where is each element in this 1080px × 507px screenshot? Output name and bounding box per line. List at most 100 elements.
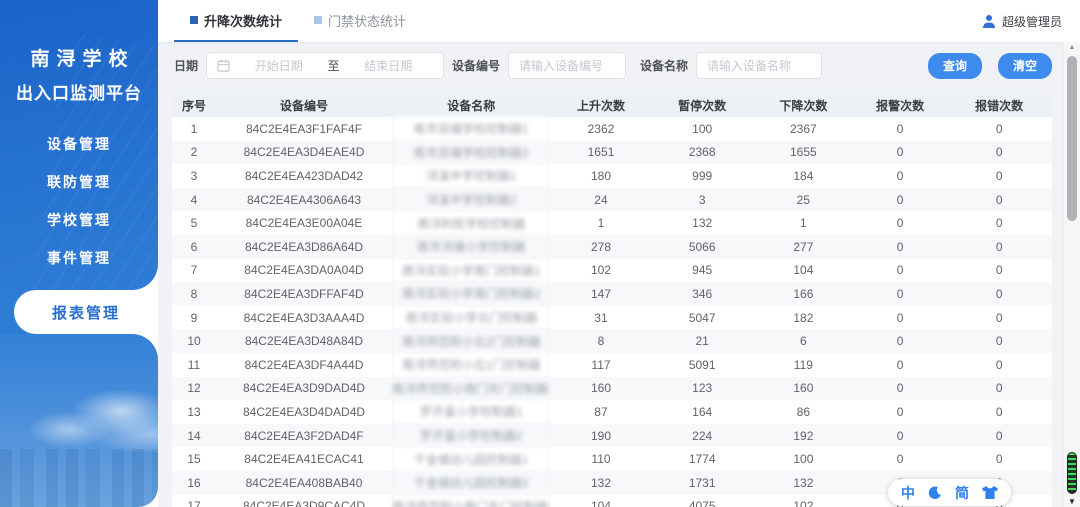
simplified-chinese-icon[interactable]: 简 xyxy=(955,486,969,500)
table-cell: 100 xyxy=(752,447,854,471)
table-row: 2 84C2E4EA3D4EAE4D 练市双福学校控制器2 1651 2368 1655 0… xyxy=(172,140,1052,165)
date-to-label: 至 xyxy=(327,59,340,73)
scrollbar[interactable]: ▲ ▼ xyxy=(1063,42,1080,507)
table-row: 5 84C2E4EA3E00A04E 南浔利民学校控制器 1 132 1 0 0 xyxy=(172,211,1052,235)
device-name-input[interactable] xyxy=(696,52,823,79)
table-cell: 0 xyxy=(853,352,947,377)
sidebar-item-device-management[interactable]: 设备管理 xyxy=(0,131,158,157)
scroll-down-icon[interactable]: ▼ xyxy=(1064,497,1080,506)
table-cell: 278 xyxy=(550,234,652,259)
user-icon xyxy=(982,15,995,28)
sidebar-item-school-management[interactable]: 学校管理 xyxy=(0,207,158,233)
device-name-label: 设备名称 xyxy=(640,59,689,73)
table-cell: 0 xyxy=(853,423,947,448)
table-row: 14 84C2E4EA3F2DAD4F 罗开富小学控制器2 190 224 192 0 0 xyxy=(172,423,1052,448)
table-cell: 8 xyxy=(550,329,652,353)
sidebar-top-panel: 南浔学校 出入口监测平台 设备管理 联防管理 学校管理 事件管理 xyxy=(0,0,158,290)
cloud-decoration xyxy=(10,362,158,452)
user-menu[interactable]: 超级管理员 xyxy=(982,0,1080,42)
table-cell: 9 xyxy=(172,305,216,330)
table-cell: 123 xyxy=(651,376,753,401)
table-cell: 346 xyxy=(651,282,753,306)
chinese-lang-icon[interactable]: 中 xyxy=(901,486,915,500)
device-name-cell: 千金镇幼儿园控制器2 xyxy=(392,470,551,495)
shirt-icon[interactable] xyxy=(982,486,998,499)
tab-door-status-statistics[interactable]: 门禁状态统计 xyxy=(298,0,422,42)
table-cell: 0 xyxy=(946,400,1052,424)
table-cell: 119 xyxy=(752,352,854,377)
table-cell: 0 xyxy=(946,447,1052,471)
table-cell: 87 xyxy=(550,400,652,424)
column-header: 上升次数 xyxy=(550,93,652,117)
table-cell: 14 xyxy=(172,423,216,448)
sidebar-item-joint-defense-management[interactable]: 联防管理 xyxy=(0,169,158,195)
table-cell: 160 xyxy=(550,376,652,401)
device-name-cell: 南浔师范附小南门东门控制器2 xyxy=(392,494,551,507)
table-cell: 166 xyxy=(752,282,854,306)
table-row: 9 84C2E4EA3D3AAA4D 南浔实验小学北门控制器 31 5047 182 0 0 xyxy=(172,305,1052,330)
table-cell: 6 xyxy=(172,234,216,259)
table-row: 15 84C2E4EA41ECAC41 千金镇幼儿园控制器1 110 1774 100 0 0 xyxy=(172,447,1052,471)
table-cell: 84C2E4EA3D86A64D xyxy=(216,234,392,259)
table-cell: 0 xyxy=(853,140,947,165)
table-row: 4 84C2E4EA4306A643 浔溪中学控制器2 24 3 25 0 0 xyxy=(172,187,1052,212)
table-cell: 16 xyxy=(172,470,216,495)
scroll-up-icon[interactable]: ▲ xyxy=(1064,44,1080,51)
city-skyline-decoration xyxy=(0,449,158,507)
device-name-cell: 千金镇幼儿园控制器1 xyxy=(392,447,551,471)
table-cell: 0 xyxy=(946,234,1052,259)
table-cell: 0 xyxy=(853,258,947,283)
table-cell: 117 xyxy=(550,352,652,377)
table-cell: 17 xyxy=(172,494,216,507)
date-range-input[interactable]: 开始日期 至 结束日期 xyxy=(206,52,445,79)
stats-table: 序号 设备编号 设备名称 上升次数 暂停次数 下降次数 报警次数 报错次数 1 84C2E4EA… xyxy=(172,93,1052,507)
table-cell: 0 xyxy=(946,305,1052,330)
column-header: 报警次数 xyxy=(853,93,947,117)
device-name-cell: 南浔实验小学北门控制器 xyxy=(392,305,551,330)
table-cell: 2 xyxy=(172,140,216,165)
table-cell: 84C2E4EA3D9DAD4D xyxy=(216,376,392,401)
table-cell: 6 xyxy=(752,329,854,353)
user-name: 超级管理员 xyxy=(1001,14,1062,29)
sidebar: 南浔学校 出入口监测平台 设备管理 联防管理 学校管理 事件管理 报表管理 xyxy=(0,0,158,507)
sidebar-bottom-panel xyxy=(0,334,158,507)
table-cell: 132 xyxy=(752,470,854,495)
table-cell: 160 xyxy=(752,376,854,401)
table-cell: 84C2E4EA3DA0A04D xyxy=(216,258,392,283)
table-cell: 2362 xyxy=(550,117,652,141)
table-cell: 84C2E4EA4306A643 xyxy=(216,187,392,212)
table-cell: 192 xyxy=(752,423,854,448)
column-header: 暂停次数 xyxy=(651,93,753,117)
table-cell: 164 xyxy=(651,400,753,424)
start-date-placeholder: 开始日期 xyxy=(254,59,303,73)
table-row: 7 84C2E4EA3DA0A04D 南浔实验小学南门控制器1 102 945 104 0 0 xyxy=(172,258,1052,283)
search-button[interactable]: 查询 xyxy=(927,52,982,79)
table-cell: 1 xyxy=(550,211,652,235)
table-cell: 0 xyxy=(946,258,1052,283)
table-cell: 84C2E4EA3F1FAF4F xyxy=(216,117,392,141)
table-cell: 12 xyxy=(172,376,216,401)
table-row: 10 84C2E4EA3D48A84D 南浔师范附小北2门控制器 8 21 6 0 0 xyxy=(172,329,1052,353)
table-cell: 24 xyxy=(550,187,652,212)
sidebar-item-report-management[interactable]: 报表管理 xyxy=(14,290,158,334)
device-name-cell: 南浔实验小学南门控制器1 xyxy=(392,258,551,283)
clear-button[interactable]: 清空 xyxy=(997,52,1052,79)
end-date-placeholder: 结束日期 xyxy=(364,59,413,73)
tab-bar: 升降次数统计 门禁状态统计 xyxy=(158,0,422,42)
table-cell: 11 xyxy=(172,352,216,377)
tab-lift-count-statistics[interactable]: 升降次数统计 xyxy=(174,0,299,42)
table-cell: 0 xyxy=(946,211,1052,235)
table-cell: 84C2E4EA3E00A04E xyxy=(216,211,392,235)
table-cell: 184 xyxy=(752,164,854,188)
moon-icon[interactable] xyxy=(928,486,942,500)
column-header: 设备编号 xyxy=(216,93,392,117)
table-cell: 0 xyxy=(853,329,947,353)
calendar-icon xyxy=(217,59,230,72)
device-no-input[interactable] xyxy=(508,52,627,79)
translate-toolbar[interactable]: 中 简 xyxy=(888,479,1011,506)
table-cell: 132 xyxy=(651,211,753,235)
table-cell: 190 xyxy=(550,423,652,448)
table-cell: 100 xyxy=(651,117,753,141)
sidebar-item-event-management[interactable]: 事件管理 xyxy=(0,245,158,271)
scrollbar-thumb[interactable] xyxy=(1067,56,1077,221)
